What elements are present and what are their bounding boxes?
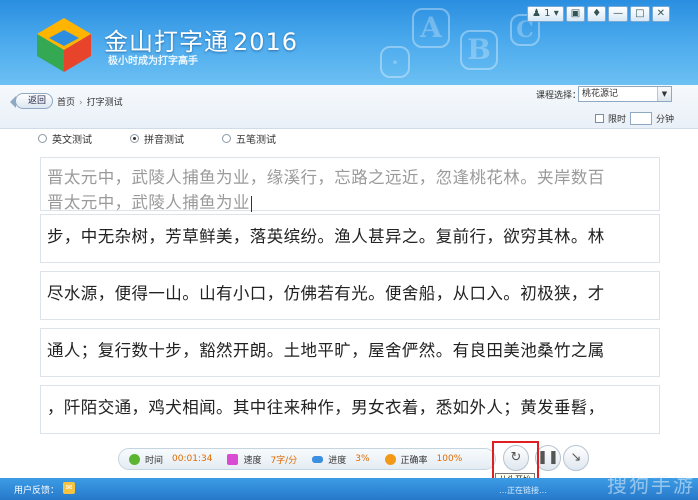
time-limit-checkbox[interactable] [595,114,604,123]
speed-value: 7字/分 [270,455,298,466]
time-value: 00:01:34 [172,454,213,464]
stat-speed: 速度 7字/分 [227,453,297,466]
stat-accuracy: 正确率 100% [384,453,463,466]
reference-text-1: 晋太元中，武陵人捕鱼为业，缘溪行，忘路之远近，忽逢桃花林。夹岸数百 [47,168,605,187]
window-controls: ♟ 1 ▾ ▣ ♦ — □ ✕ [527,6,670,22]
clock-icon [129,453,140,465]
app-logo-icon [37,18,91,72]
reference-text-5: ，阡陌交通，鸡犬相闻。其中往来种作，男女衣着，悉如外人；黄发垂髫， [47,398,605,417]
typing-line-1[interactable]: 晋太元中，武陵人捕鱼为业，缘溪行，忘路之远近，忽逢桃花林。夹岸数百 晋太元中，武… [40,157,660,213]
close-icon[interactable]: ✕ [651,6,670,22]
reference-text-3: 尽水源，便得一山。山有小口，仿佛若有光。便舍船，从口入。初极狭，才 [47,284,605,303]
stats-bar: 时间 00:01:34 速度 7字/分 进度 3% 正确率 100% [118,448,496,470]
user-menu-button[interactable]: ♟ 1 ▾ [527,6,564,22]
typing-line-3[interactable]: 尽水源，便得一山。山有小口，仿佛若有光。便舍船，从口入。初极狭，才 [40,271,660,320]
app-slogan: 极小时成为打字高手 [108,56,198,67]
typing-line-4[interactable]: 通人；复行数十步，豁然开朗。土地平旷，屋舍俨然。有良田美池桑竹之属 [40,328,660,377]
mode-pinyin[interactable]: 拼音测试 [130,131,184,146]
chart-icon: ↘ [570,450,582,465]
breadcrumb-separator: › [79,98,83,108]
minimize-icon[interactable]: — [608,6,629,22]
radio-wubi[interactable] [222,134,231,143]
radio-english[interactable] [38,134,47,143]
mode-pinyin-label: 拼音测试 [144,135,184,146]
time-limit-unit: 分钟 [656,115,675,125]
text-caret [250,195,252,212]
decor-letter-a: A [412,8,450,48]
back-button[interactable]: 返回 [9,93,54,109]
maximize-icon[interactable]: □ [630,6,650,22]
mode-wubi-label: 五笔测试 [236,135,276,146]
chart-button[interactable]: ↘ [563,445,589,471]
radio-pinyin[interactable] [130,134,139,143]
time-limit-label: 限时 [608,115,627,125]
stat-progress: 进度 3% [312,453,370,466]
typed-text-1: 晋太元中，武陵人捕鱼为业 [47,193,250,212]
accuracy-label: 正确率 [400,455,428,466]
typing-line-5[interactable]: ，阡陌交通，鸡犬相闻。其中往来种作，男女衣着，悉如外人；黄发垂髫， [40,385,660,434]
mode-english[interactable]: 英文测试 [38,131,92,146]
footer-faded-text: …正在链接… [499,486,547,495]
speed-label: 速度 [243,455,262,466]
breadcrumb-home[interactable]: 首页 [57,98,75,108]
shirt-icon[interactable]: ♦ [587,6,607,22]
chevron-down-icon[interactable]: ▼ [657,87,671,101]
reference-text-4: 通人；复行数十步，豁然开朗。土地平旷，屋舍俨然。有良田美池桑竹之属 [47,341,605,360]
time-label: 时间 [145,455,164,466]
accuracy-value: 100% [436,454,463,464]
user-count: 1 [544,8,551,19]
reference-text-2: 步，中无杂树，芳草鲜美，落英缤纷。渔人甚异之。复前行，欲穷其林。林 [47,227,605,246]
time-limit: 限时 分钟 [595,112,674,125]
course-select[interactable]: 桃花源记 ▼ [578,86,672,102]
course-select-label: 课程选择： [536,91,582,101]
mode-english-label: 英文测试 [52,135,92,146]
status-footer: 用户反馈： ✉ …正在链接… 搜狗手游 [0,473,698,500]
breadcrumb-current: 打字测试 [86,98,123,108]
progress-value: 3% [355,454,370,464]
brand-year: 2016 [233,28,299,56]
feedback-label: 用户反馈： [14,486,60,496]
stat-time: 时间 00:01:34 [129,453,212,466]
test-mode-group: 英文测试 拼音测试 五笔测试 [38,131,276,146]
typing-line-2[interactable]: 步，中无杂树，芳草鲜美，落英缤纷。渔人甚异之。复前行，欲穷其林。林 [40,214,660,263]
mode-wubi[interactable]: 五笔测试 [222,131,276,146]
app-header: A · B C 金山打字通 2016 极小时成为打字高手 ♟ 1 ▾ ▣ ♦ — … [0,0,698,85]
progress-icon [312,455,324,463]
decor-letter-b-faded: · [380,46,410,78]
skin-icon[interactable]: ▣ [565,6,586,22]
accuracy-icon [384,453,396,465]
decor-letter-b: B [460,30,498,70]
breadcrumb: 首页 › 打字测试 [57,95,123,108]
course-select-value: 桃花源记 [582,89,619,99]
pause-icon: ❚❚ [537,450,559,465]
watermark: 搜狗手游 [607,473,695,497]
progress-label: 进度 [328,455,347,466]
time-limit-input[interactable] [630,112,653,125]
typed-input-1[interactable]: 晋太元中，武陵人捕鱼为业 [47,189,252,213]
feedback-icon[interactable]: ✉ [63,482,75,494]
speed-icon [227,453,239,465]
